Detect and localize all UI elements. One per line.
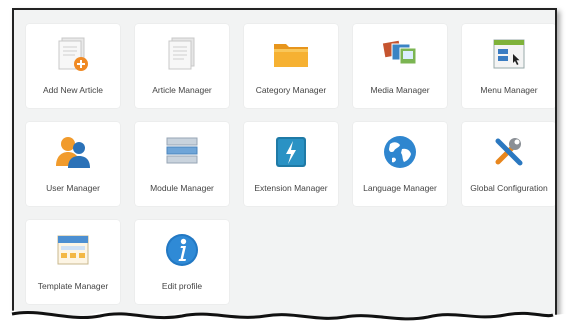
tile-label: Language Manager xyxy=(363,183,437,193)
template-icon xyxy=(57,235,89,265)
tile-global-configuration[interactable]: Global Configuration xyxy=(462,122,555,206)
tile-label: Menu Manager xyxy=(480,85,538,95)
module-icon xyxy=(166,137,198,164)
users-icon xyxy=(56,137,90,168)
tile-user-manager[interactable]: User Manager xyxy=(26,122,120,206)
tile-label: Template Manager xyxy=(37,281,109,291)
info-icon xyxy=(166,234,198,266)
tile-label: Edit profile xyxy=(161,281,203,291)
tile-label: Extension Manager xyxy=(254,183,328,193)
tile-article-manager[interactable]: Article Manager xyxy=(135,24,229,108)
media-icon xyxy=(382,40,417,65)
tile-language-manager[interactable]: Language Manager xyxy=(353,122,447,206)
folder-icon xyxy=(274,44,308,67)
tile-label: Article Manager xyxy=(152,85,212,95)
tile-label: Module Manager xyxy=(150,183,214,193)
tile-extension-manager[interactable]: Extension Manager xyxy=(244,122,338,206)
tile-media-manager[interactable]: Media Manager xyxy=(353,24,447,108)
tile-label: User Manager xyxy=(46,183,100,193)
menu-icon xyxy=(493,39,525,69)
add-article-icon xyxy=(58,37,88,71)
globe-icon xyxy=(384,136,416,168)
tile-label: Add New Article xyxy=(43,85,103,95)
tile-category-manager[interactable]: Category Manager xyxy=(244,24,338,108)
tile-label: Category Manager xyxy=(255,85,327,95)
tile-label: Media Manager xyxy=(370,85,430,95)
tile-module-manager[interactable]: Module Manager xyxy=(135,122,229,206)
extension-icon xyxy=(276,137,306,167)
tile-add-new-article[interactable]: Add New Article xyxy=(26,24,120,108)
tile-label: Global Configuration xyxy=(470,183,548,193)
tools-icon xyxy=(495,138,523,166)
torn-edge xyxy=(0,310,571,332)
tile-menu-manager[interactable]: Menu Manager xyxy=(462,24,555,108)
article-manager-icon xyxy=(168,37,195,70)
control-panel: Add New Article Article Manager Category… xyxy=(12,8,557,326)
